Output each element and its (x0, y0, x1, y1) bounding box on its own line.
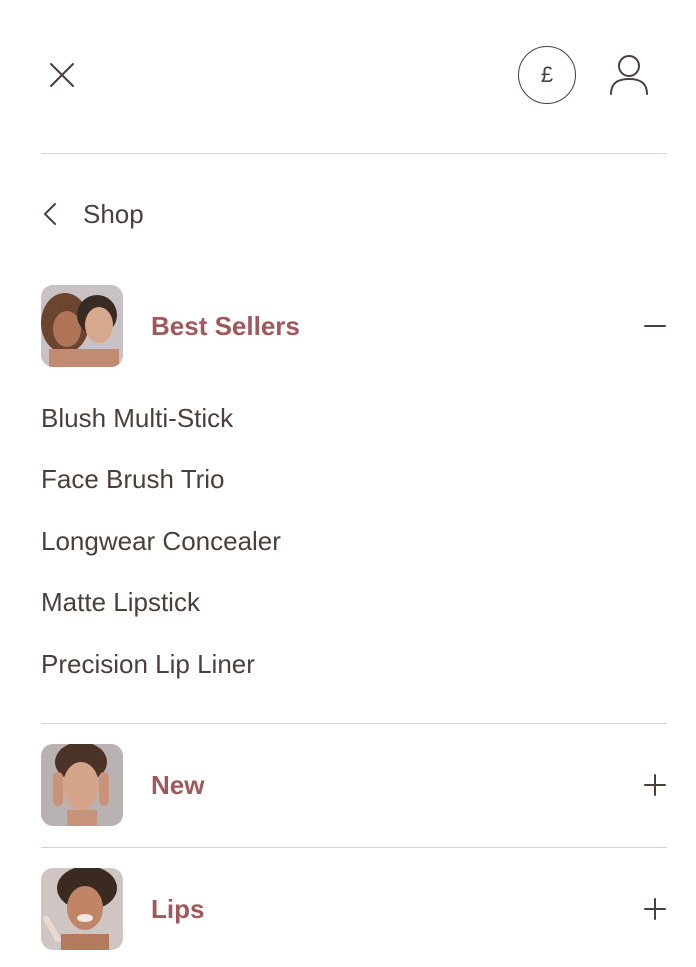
lips-thumbnail (41, 868, 123, 950)
header-divider (41, 153, 667, 154)
plus-icon[interactable] (643, 897, 667, 921)
user-icon[interactable] (606, 52, 652, 98)
category-new[interactable]: New (41, 744, 667, 826)
category-best-sellers[interactable]: Best Sellers (41, 285, 667, 367)
currency-symbol: £ (540, 62, 554, 87)
minus-icon[interactable] (643, 314, 667, 338)
menu-item-matte-lipstick[interactable]: Matte Lipstick (41, 587, 200, 618)
category-divider (41, 847, 667, 848)
menu-item-precision-lip-liner[interactable]: Precision Lip Liner (41, 649, 255, 680)
plus-icon[interactable] (643, 773, 667, 797)
mobile-menu: £ Shop Best Sellers Blush Multi-Stick Fa… (0, 0, 696, 967)
back-label: Shop (83, 198, 144, 229)
currency-selector-button[interactable]: £ (518, 46, 576, 104)
close-icon[interactable] (44, 58, 80, 92)
menu-item-longwear-concealer[interactable]: Longwear Concealer (41, 526, 281, 557)
back-to-shop-link[interactable]: Shop (41, 192, 144, 236)
category-lips[interactable]: Lips (41, 868, 667, 950)
category-label: New (151, 769, 205, 800)
category-label: Best Sellers (151, 310, 300, 341)
menu-item-face-brush-trio[interactable]: Face Brush Trio (41, 464, 225, 495)
category-divider (41, 723, 667, 724)
menu-item-blush-multi-stick[interactable]: Blush Multi-Stick (41, 403, 233, 434)
category-label: Lips (151, 893, 205, 924)
chevron-left-icon (44, 203, 56, 225)
best-sellers-thumbnail (41, 285, 123, 367)
new-thumbnail (41, 744, 123, 826)
